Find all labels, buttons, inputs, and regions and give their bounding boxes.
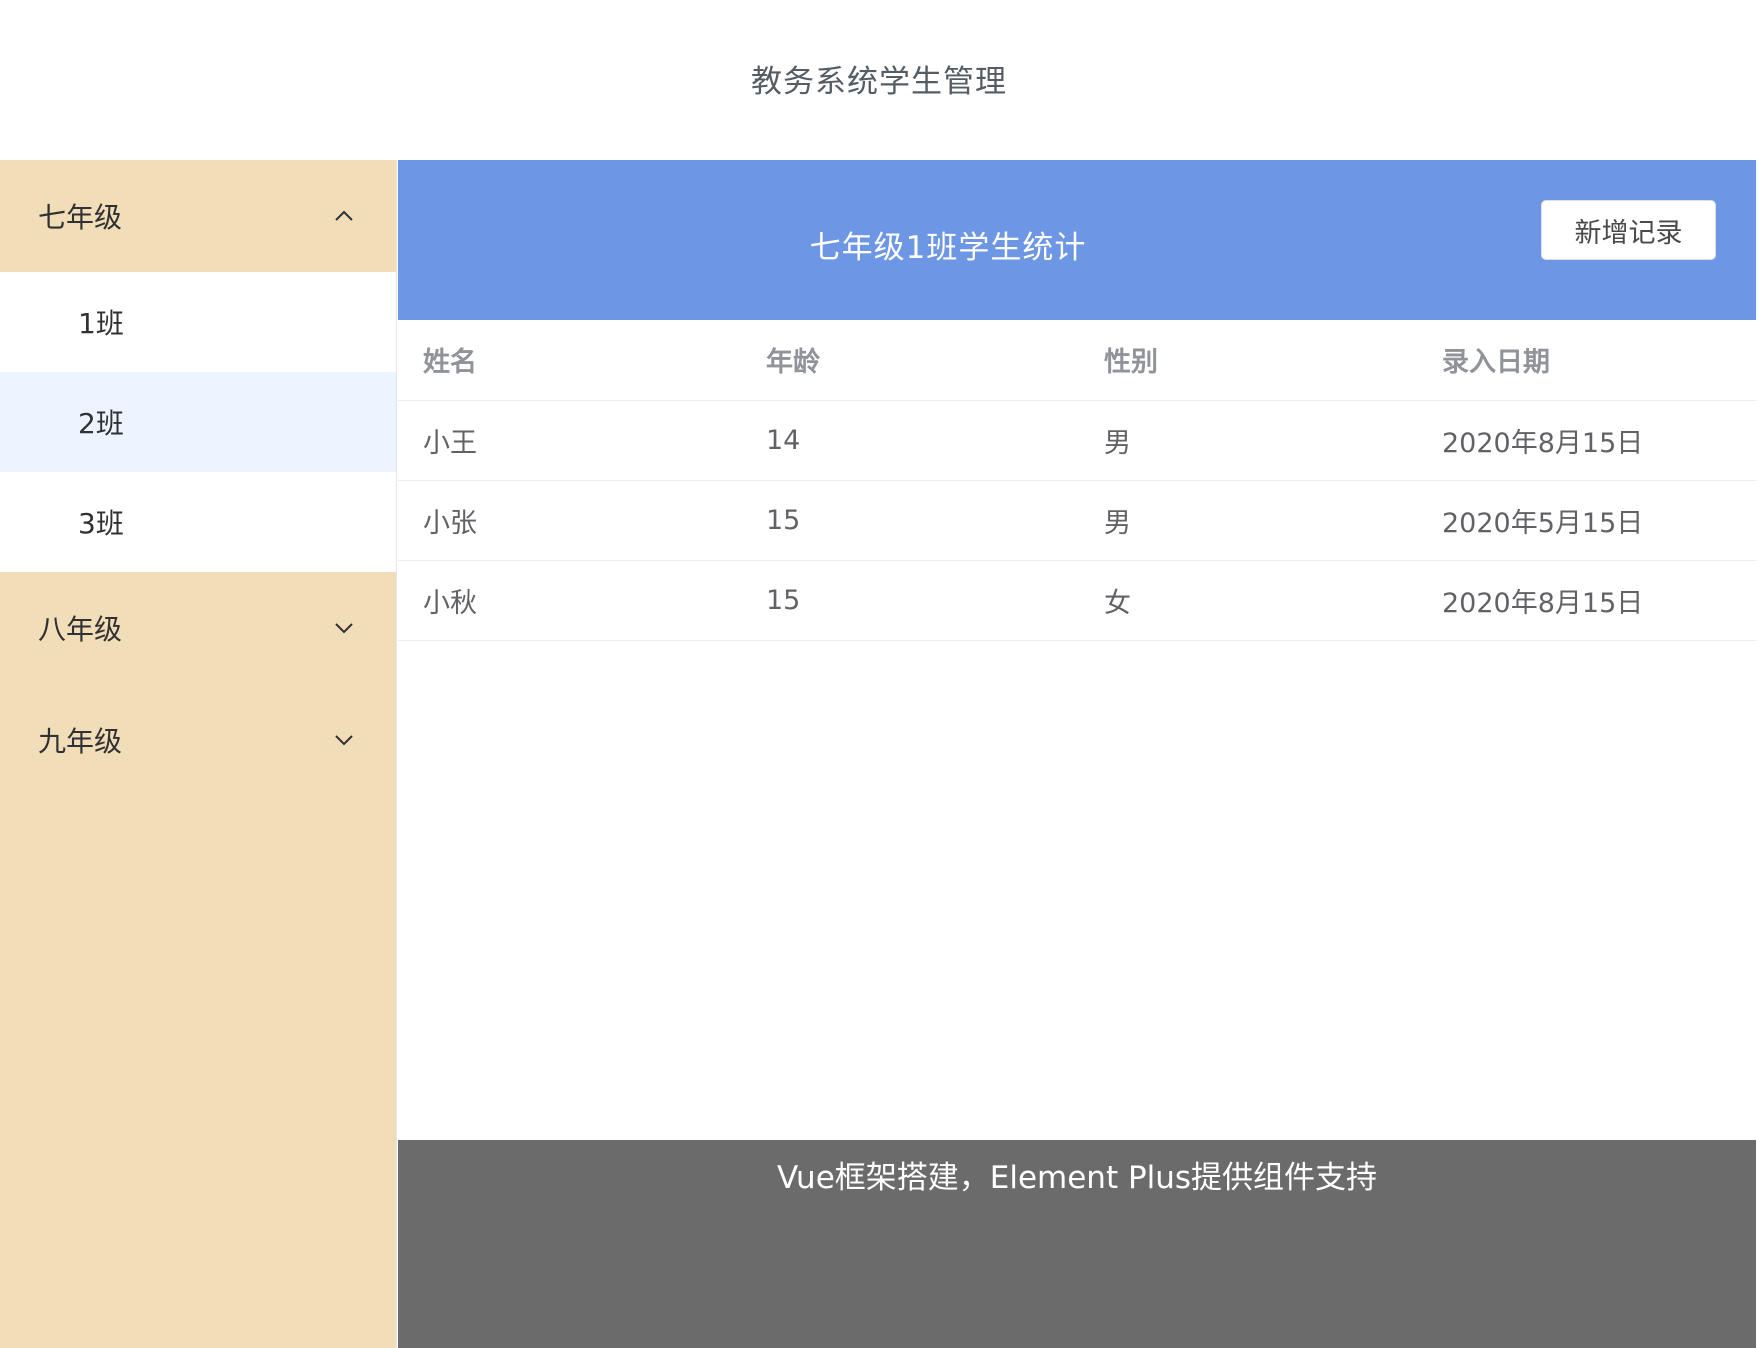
table-row[interactable]: 小王 14 男 2020年8月15日 [398, 400, 1756, 481]
sidebar-grade-7[interactable]: 七年级 [0, 160, 396, 272]
cell-date: 2020年5月15日 [1417, 480, 1756, 561]
cell-name: 小张 [398, 480, 741, 561]
chevron-down-icon [334, 734, 354, 746]
chevron-up-icon [334, 210, 354, 222]
column-header-name[interactable]: 姓名 [398, 320, 741, 401]
content-banner: 七年级1班学生统计 新增记录 [398, 160, 1756, 320]
column-header-age[interactable]: 年龄 [741, 320, 1079, 401]
sidebar-item-class-3[interactable]: 3班 [0, 472, 396, 572]
column-header-date[interactable]: 录入日期 [1417, 320, 1756, 401]
cell-gender: 男 [1079, 400, 1417, 481]
app-title: 教务系统学生管理 [751, 64, 1007, 100]
cell-age: 14 [741, 400, 1079, 481]
cell-age: 15 [741, 480, 1079, 561]
sidebar-item-label: 3班 [78, 507, 124, 540]
chevron-down-icon [334, 622, 354, 634]
sidebar-grade-8[interactable]: 八年级 [0, 572, 396, 684]
page-title: 七年级1班学生统计 [809, 230, 1087, 266]
cell-age: 15 [741, 560, 1079, 641]
sidebar-item-label: 2班 [78, 407, 124, 440]
top-header: 教务系统学生管理 [0, 0, 1758, 160]
cell-gender: 女 [1079, 560, 1417, 641]
student-table: 姓名 年龄 性别 录入日期 小王 14 男 2020年8月15日 小张 15 男 [398, 320, 1756, 641]
table-row[interactable]: 小秋 15 女 2020年8月15日 [398, 560, 1756, 641]
add-record-button[interactable]: 新增记录 [1541, 200, 1716, 260]
sidebar-grade-label: 七年级 [38, 201, 123, 234]
column-header-gender[interactable]: 性别 [1079, 320, 1417, 401]
sidebar-item-class-1[interactable]: 1班 [0, 272, 396, 372]
app-root: 教务系统学生管理 七年级 1班 2班 3班 八年级 九年级 七年级1班学生统计 … [0, 0, 1758, 1348]
cell-name: 小王 [398, 400, 741, 481]
sidebar-grade-label: 八年级 [38, 613, 123, 646]
footer-text: Vue框架搭建，Element Plus提供组件支持 [776, 1160, 1378, 1196]
sidebar-item-class-2[interactable]: 2班 [0, 372, 396, 472]
sidebar-grade-9[interactable]: 九年级 [0, 684, 396, 796]
cell-date: 2020年8月15日 [1417, 560, 1756, 641]
sidebar-menu: 七年级 1班 2班 3班 八年级 九年级 [0, 160, 397, 1348]
table-header-row: 姓名 年龄 性别 录入日期 [398, 320, 1756, 401]
main-content: 七年级1班学生统计 新增记录 姓名 年龄 性别 录入日期 小王 14 男 202… [398, 160, 1756, 1348]
sidebar-grade-label: 九年级 [38, 725, 123, 758]
cell-date: 2020年8月15日 [1417, 400, 1756, 481]
cell-name: 小秋 [398, 560, 741, 641]
page-footer: Vue框架搭建，Element Plus提供组件支持 [398, 1140, 1756, 1348]
cell-gender: 男 [1079, 480, 1417, 561]
sidebar-item-label: 1班 [78, 307, 124, 340]
table-row[interactable]: 小张 15 男 2020年5月15日 [398, 480, 1756, 561]
